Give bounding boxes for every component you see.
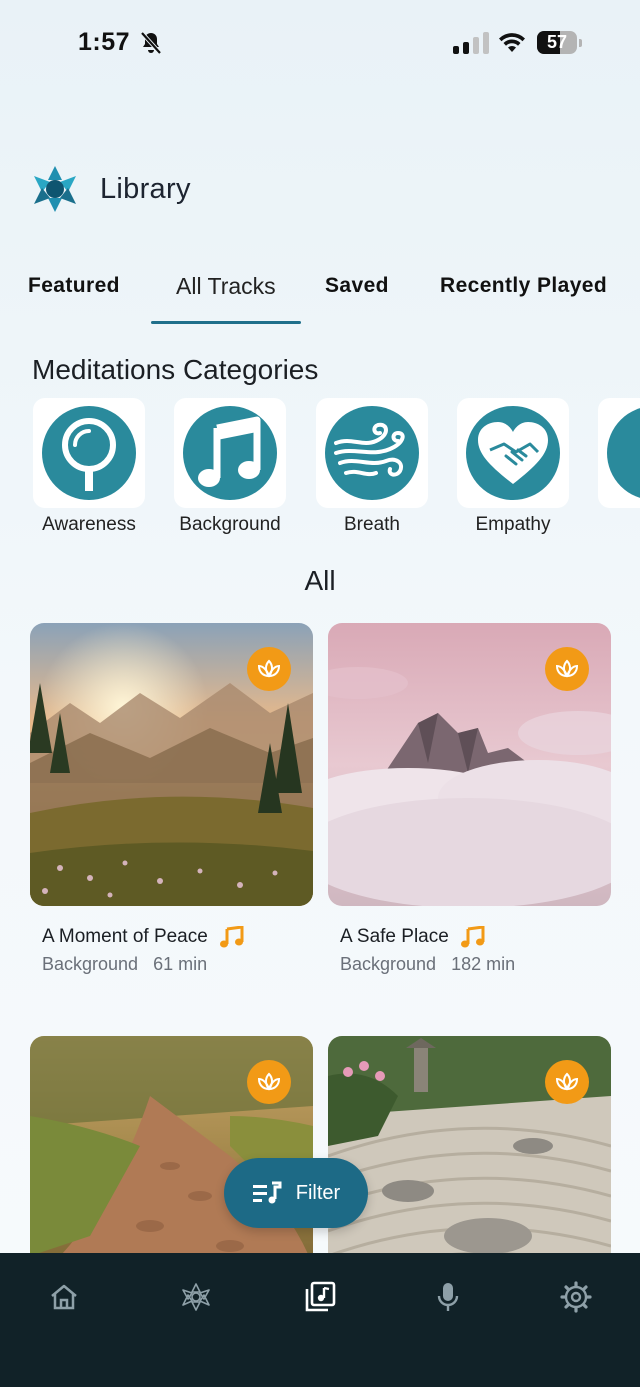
track-card[interactable]: A Moment of Peace Background 61 min (30, 623, 313, 975)
lotus-icon (257, 659, 281, 678)
status-time: 1:57 (78, 28, 131, 56)
track-artwork (328, 623, 611, 906)
nav-explore[interactable] (176, 1277, 216, 1317)
filter-list-icon (252, 1181, 282, 1204)
filter-button[interactable]: Filter (224, 1158, 368, 1228)
nav-settings[interactable] (556, 1277, 596, 1317)
page-title: Library (100, 172, 191, 205)
lotus-icon (257, 1072, 281, 1091)
tab-featured[interactable]: Featured (28, 274, 120, 298)
track-duration: 182 min (451, 954, 516, 974)
active-tab-indicator (151, 321, 301, 324)
wifi-icon (499, 33, 525, 52)
bell-off-icon (140, 31, 162, 55)
category-empathy[interactable]: Empathy (457, 398, 569, 536)
gear-icon (560, 1281, 592, 1313)
category-label: Background (179, 514, 281, 535)
library-music-icon (305, 1281, 336, 1312)
lotus-badge (545, 647, 589, 691)
tab-all-tracks[interactable]: All Tracks (176, 273, 276, 300)
nav-library[interactable] (300, 1277, 340, 1317)
app-logo-icon (34, 166, 76, 212)
lotus-badge (247, 1060, 291, 1104)
category-background[interactable]: Background (174, 398, 286, 536)
music-note-icon (219, 926, 244, 948)
track-category: Background (340, 954, 437, 974)
categories-carousel[interactable]: Awareness Background Breath Empathy (0, 398, 640, 548)
track-category: Background (42, 954, 139, 974)
explore-logo-icon (182, 1283, 210, 1311)
filter-label: Filter (295, 1181, 341, 1204)
lotus-badge (545, 1060, 589, 1104)
all-section-title: All (304, 565, 336, 596)
lotus-icon (555, 1072, 579, 1091)
categories-title: Meditations Categories (32, 354, 319, 385)
category-label: Awareness (42, 514, 136, 535)
wind-icon (334, 422, 405, 477)
track-duration: 61 min (153, 954, 208, 974)
tab-saved[interactable]: Saved (325, 274, 389, 298)
home-icon (51, 1284, 77, 1310)
track-card[interactable]: A Safe Place Background 182 min (328, 623, 611, 975)
tab-recently-played[interactable]: Recently Played (440, 274, 607, 298)
category-icon (607, 406, 640, 500)
status-bar: 1:57 57 (0, 0, 640, 90)
lotus-badge (247, 647, 291, 691)
music-note-icon (460, 926, 485, 948)
cellular-signal-icon (453, 32, 489, 54)
heart-handshake-icon (478, 422, 548, 484)
music-note-icon (198, 416, 261, 487)
category-label: C (598, 514, 640, 536)
nav-voice[interactable] (428, 1277, 468, 1317)
tab-bar: Featured All Tracks Saved Recently Playe… (0, 268, 640, 328)
battery-indicator: 57 (537, 31, 577, 54)
category-partial[interactable]: C (598, 398, 640, 536)
category-label: Empathy (475, 514, 551, 535)
category-awareness[interactable]: Awareness (33, 398, 145, 536)
battery-tip (579, 39, 582, 47)
battery-level: 57 (546, 32, 568, 52)
track-title: A Safe Place (340, 926, 449, 947)
app-header: Library (32, 164, 191, 214)
lotus-icon (555, 659, 579, 678)
category-breath[interactable]: Breath (316, 398, 428, 536)
category-label: Breath (344, 514, 400, 535)
track-title: A Moment of Peace (42, 926, 208, 947)
magnifier-icon (62, 418, 116, 491)
microphone-icon (437, 1283, 459, 1311)
bottom-navigation (0, 1253, 640, 1387)
track-artwork (30, 623, 313, 906)
nav-home[interactable] (44, 1277, 84, 1317)
